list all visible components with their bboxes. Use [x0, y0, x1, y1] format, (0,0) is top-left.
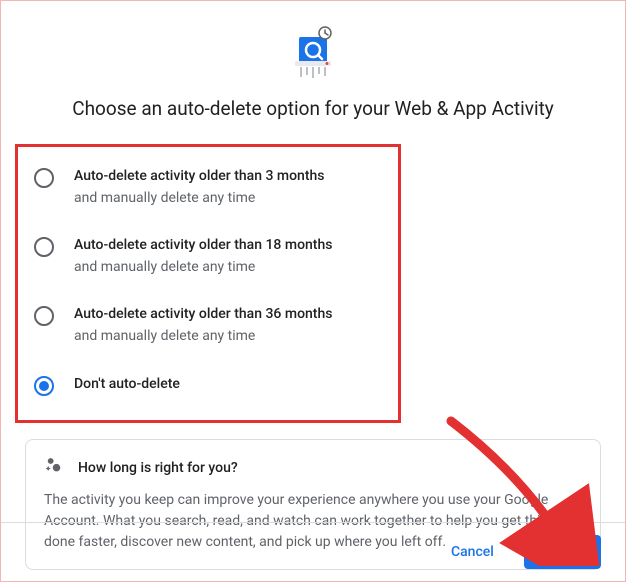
sparkle-icon — [44, 456, 64, 480]
option-label: Don't auto-delete — [74, 375, 382, 395]
option-label: Auto-delete activity older than 3 months — [74, 167, 382, 187]
options-highlight-box: Auto-delete activity older than 3 months… — [15, 144, 401, 423]
radio-option-18-months[interactable]: Auto-delete activity older than 18 month… — [34, 236, 382, 277]
radio-circle[interactable] — [34, 237, 54, 257]
radio-option-36-months[interactable]: Auto-delete activity older than 36 month… — [34, 305, 382, 346]
option-sublabel: and manually delete any time — [74, 258, 382, 278]
option-label: Auto-delete activity older than 18 month… — [74, 236, 382, 256]
radio-circle[interactable] — [34, 168, 54, 188]
radio-option-dont-delete[interactable]: Don't auto-delete — [34, 375, 382, 396]
radio-circle[interactable] — [34, 306, 54, 326]
page-title: Choose an auto-delete option for your We… — [25, 97, 601, 120]
radio-option-3-months[interactable]: Auto-delete activity older than 3 months… — [34, 167, 382, 208]
option-label: Auto-delete activity older than 36 month… — [74, 305, 382, 325]
next-button[interactable]: Next — [524, 535, 601, 569]
info-title: How long is right for you? — [78, 460, 238, 476]
dialog-footer: Cancel Next — [1, 522, 625, 581]
radio-circle-selected[interactable] — [34, 376, 54, 396]
option-sublabel: and manually delete any time — [74, 189, 382, 209]
cancel-button[interactable]: Cancel — [433, 536, 512, 568]
option-sublabel: and manually delete any time — [74, 327, 382, 347]
header-shredder-icon — [25, 25, 601, 81]
